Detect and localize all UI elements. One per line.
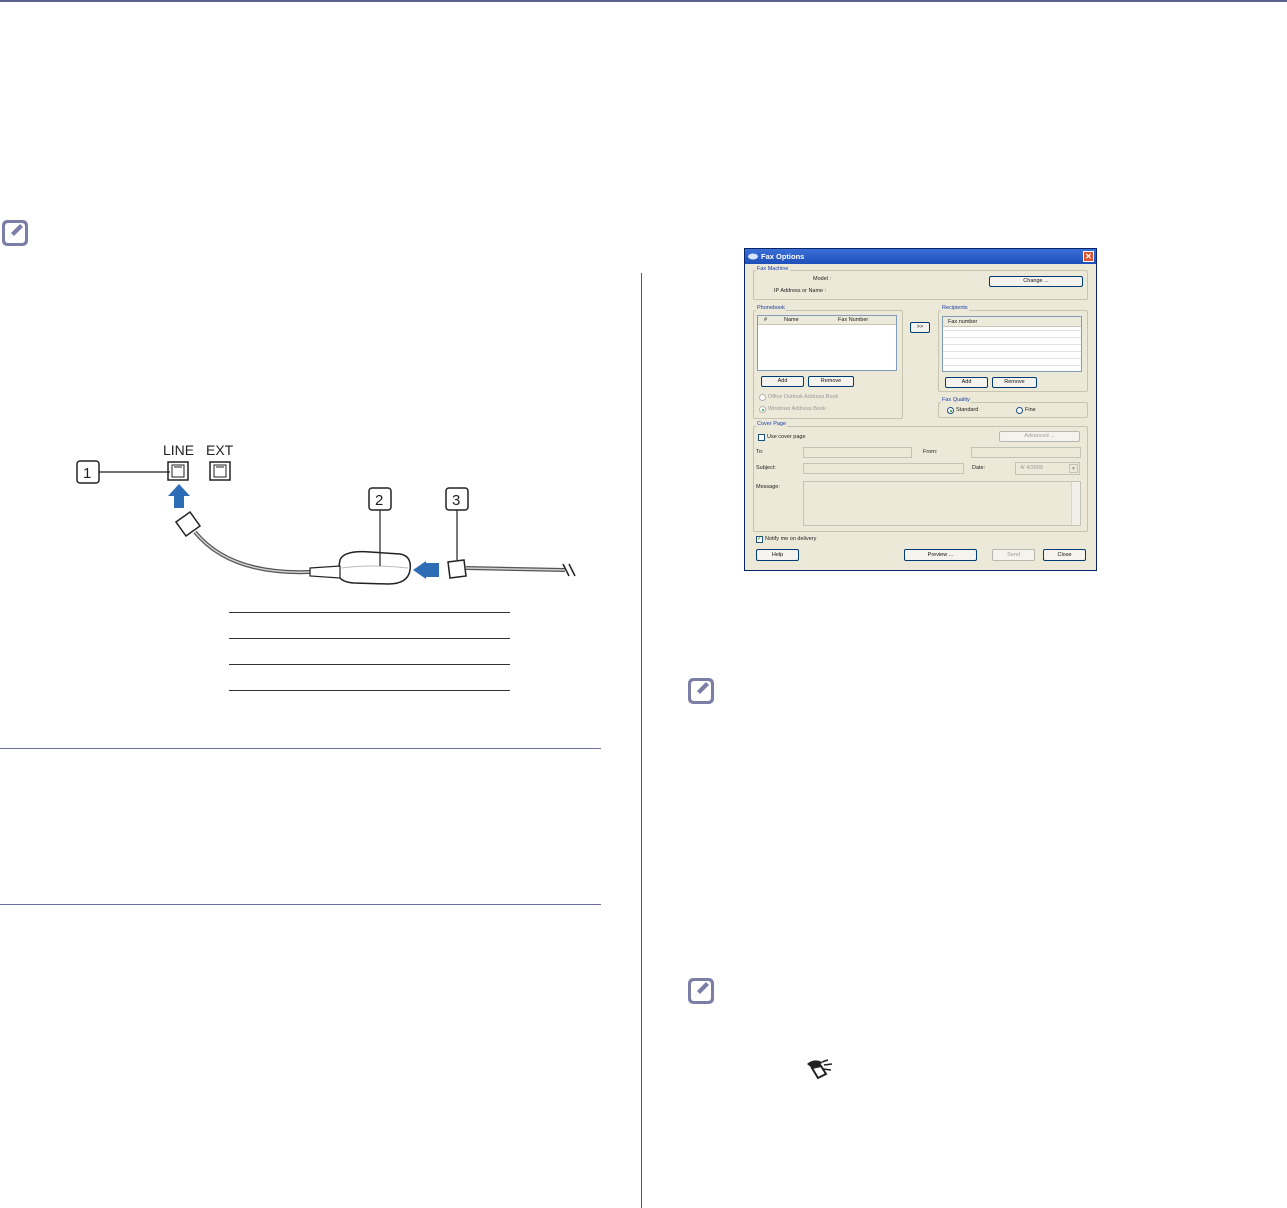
message-scrollbar[interactable]	[1071, 482, 1080, 525]
fine-quality-radio[interactable]	[1016, 407, 1023, 414]
column-divider	[641, 273, 642, 1208]
recipients-list[interactable]: Fax number	[942, 316, 1082, 372]
dialog-title-bar: Fax Options ✕	[745, 249, 1096, 264]
phone-plug-icon	[447, 559, 467, 579]
standard-quality-label: Standard	[956, 407, 979, 413]
phonebook-group-label: Phonebook	[756, 305, 786, 311]
table-rule	[229, 664, 510, 665]
recipients-add-button[interactable]: Add	[945, 377, 988, 388]
table-rule	[229, 690, 510, 691]
column-header-number[interactable]: #	[764, 317, 767, 323]
table-rule	[229, 638, 510, 639]
subject-label: Subject:	[756, 465, 776, 471]
model-label: Model :	[813, 276, 832, 282]
line-port-icon	[167, 461, 189, 481]
standard-quality-radio[interactable]	[947, 407, 954, 414]
to-field[interactable]	[803, 447, 912, 458]
from-label: From:	[923, 449, 938, 455]
change-button[interactable]: Change ...	[989, 276, 1083, 287]
table-rule	[229, 612, 510, 613]
ext-port-icon	[209, 461, 231, 481]
recipients-group-label: Recipients	[941, 305, 969, 311]
callout-2-number: 2	[375, 492, 383, 509]
send-button[interactable]: Send	[992, 549, 1035, 561]
advanced-button[interactable]: Advanced ...	[999, 431, 1080, 442]
note-icon	[2, 220, 28, 246]
message-field[interactable]	[803, 481, 1081, 526]
cover-page-group-label: Cover Page	[756, 421, 788, 427]
phonebook-header: # Name Fax Number	[758, 316, 896, 325]
from-field[interactable]	[971, 447, 1081, 458]
recipients-header: Fax number	[943, 317, 1081, 327]
message-label: Message:	[756, 484, 780, 490]
close-icon[interactable]: ✕	[1083, 251, 1094, 262]
top-rule	[0, 0, 1287, 2]
ext-port-label: EXT	[206, 442, 234, 458]
column-header-fax-number[interactable]: Fax number	[948, 319, 977, 325]
insert-arrow-icon	[168, 484, 190, 508]
date-value: 4/ 4/2009	[1020, 465, 1043, 471]
note-icon	[688, 678, 714, 704]
subject-field[interactable]	[803, 463, 964, 474]
fine-quality-label: Fine	[1025, 407, 1036, 413]
phone-handset-icon	[807, 1059, 833, 1080]
column-header-name[interactable]: Name	[784, 317, 799, 323]
fax-app-icon	[748, 253, 758, 260]
section-separator	[0, 748, 601, 749]
phonebook-add-button[interactable]: Add	[761, 376, 804, 387]
callout-1-number: 1	[83, 465, 91, 482]
fax-quality-group-label: Fax Quality	[941, 397, 971, 403]
use-cover-page-label: Use cover page	[767, 434, 806, 440]
note-icon	[688, 978, 714, 1004]
add-to-recipients-button[interactable]: >>	[910, 322, 930, 333]
date-picker[interactable]: 4/ 4/2009 ▼	[1015, 462, 1080, 475]
line-filter-icon	[309, 550, 412, 585]
close-button[interactable]: Close	[1043, 549, 1086, 561]
date-label: Date:	[972, 465, 986, 471]
column-header-fax-number[interactable]: Fax Number	[838, 317, 868, 323]
fax-machine-group-label: Fax Machine	[756, 266, 790, 272]
line-connection-diagram: LINE EXT 1 2 3	[76, 442, 576, 585]
recipients-remove-button[interactable]: Remove	[992, 377, 1037, 388]
windows-address-book-radio[interactable]	[759, 406, 766, 413]
dialog-title: Fax Options	[761, 252, 805, 261]
section-separator	[0, 904, 601, 905]
notify-delivery-checkbox[interactable]: ✓	[756, 536, 763, 543]
outlook-address-book-radio[interactable]	[759, 394, 766, 401]
use-cover-page-checkbox[interactable]	[758, 434, 765, 441]
help-button[interactable]: Help	[756, 549, 799, 561]
phonebook-remove-button[interactable]: Remove	[808, 376, 854, 387]
to-label: To:	[756, 449, 764, 455]
windows-address-book-label: Windows Address Book	[768, 406, 826, 412]
callout-3-number: 3	[452, 492, 460, 509]
phonebook-list[interactable]: # Name Fax Number	[757, 315, 897, 371]
ip-address-label: IP Address or Name :	[774, 288, 827, 294]
preview-button[interactable]: Preview ...	[904, 549, 977, 561]
line-port-label: LINE	[163, 442, 194, 458]
outlook-address-book-label: Office Outlook Address Book	[768, 394, 839, 400]
notify-delivery-label: Notify me on delivery	[765, 536, 817, 542]
fax-options-dialog: Fax Options ✕ Fax Machine Model : IP Add…	[744, 248, 1097, 571]
chevron-down-icon[interactable]: ▼	[1069, 464, 1078, 473]
